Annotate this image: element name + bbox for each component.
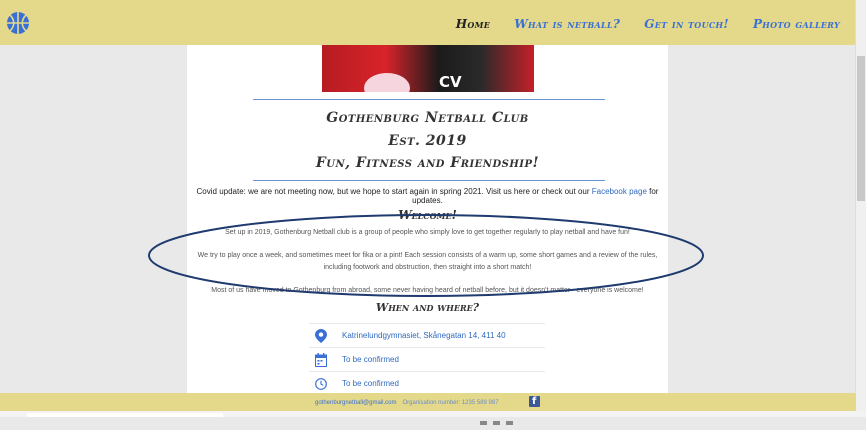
taskbar-app-icon[interactable] [493, 421, 500, 425]
netball-logo-icon[interactable] [6, 11, 30, 35]
nav-links: Home What is netball? Get in touch! Phot… [456, 17, 840, 31]
location-text[interactable]: Katrinelundgymnasiet, Skånegatan 14, 411… [342, 331, 506, 340]
nav-home[interactable]: Home [456, 17, 490, 31]
os-taskbar [0, 411, 866, 425]
hero-photo: CV [322, 45, 534, 92]
footer-contact: gothenburgnetball@gmail.com Organisation … [315, 400, 499, 406]
clock-icon [315, 378, 327, 390]
facebook-page-link[interactable]: Facebook page [592, 187, 647, 196]
welcome-heading: Welcome! [398, 208, 457, 222]
welcome-paragraph-2: We try to play once a week, and sometime… [197, 252, 658, 259]
taskbar-app-icon[interactable] [506, 421, 513, 425]
location-row: Katrinelundgymnasiet, Skånegatan 14, 411… [309, 323, 545, 348]
established-year: Est. 2019 [388, 133, 467, 149]
hero-shirt-text: CV [439, 73, 462, 91]
time-text: To be confirmed [342, 379, 399, 388]
footer-email[interactable]: gothenburgnetball@gmail.com [315, 400, 396, 406]
calendar-icon [315, 353, 327, 367]
covid-text-before: Covid update: we are not meeting now, bu… [196, 187, 592, 196]
date-text: To be confirmed [342, 355, 399, 364]
netball-ball [364, 73, 410, 92]
nav-what-is-netball[interactable]: What is netball? [514, 17, 620, 31]
main-content: CV Gothenburg Netball Club Est. 2019 Fun… [187, 45, 668, 395]
top-navbar: Home What is netball? Get in touch! Phot… [0, 0, 856, 45]
taskbar-search[interactable] [27, 413, 223, 417]
footer-org-number: Organisation number: 1235 589 987 [402, 400, 499, 406]
divider-top [253, 99, 605, 100]
taskbar-apps [480, 412, 540, 425]
date-row: To be confirmed [309, 347, 545, 372]
taskbar-app-icon[interactable] [480, 421, 487, 425]
facebook-icon[interactable]: f [529, 396, 540, 407]
scrollbar[interactable] [855, 0, 866, 417]
map-pin-icon [315, 329, 327, 343]
club-title: Gothenburg Netball Club [326, 110, 529, 126]
nav-photo-gallery[interactable]: Photo gallery [753, 17, 840, 31]
covid-update: Covid update: we are not meeting now, bu… [187, 187, 668, 205]
scrollbar-thumb[interactable] [857, 56, 865, 201]
tagline: Fun, Fitness and Friendship! [315, 155, 540, 171]
when-where-heading: When and where? [375, 301, 480, 314]
footer: gothenburgnetball@gmail.com Organisation … [0, 393, 856, 411]
welcome-paragraph-3: Most of us have moved to Gothenburg from… [211, 287, 644, 294]
nav-get-in-touch[interactable]: Get in touch! [644, 17, 729, 31]
divider-bottom [253, 180, 605, 181]
welcome-paragraph-1: Set up in 2019, Gothenburg Netball club … [225, 229, 630, 236]
welcome-paragraph-2b: including footwork and obstruction, then… [323, 264, 532, 271]
